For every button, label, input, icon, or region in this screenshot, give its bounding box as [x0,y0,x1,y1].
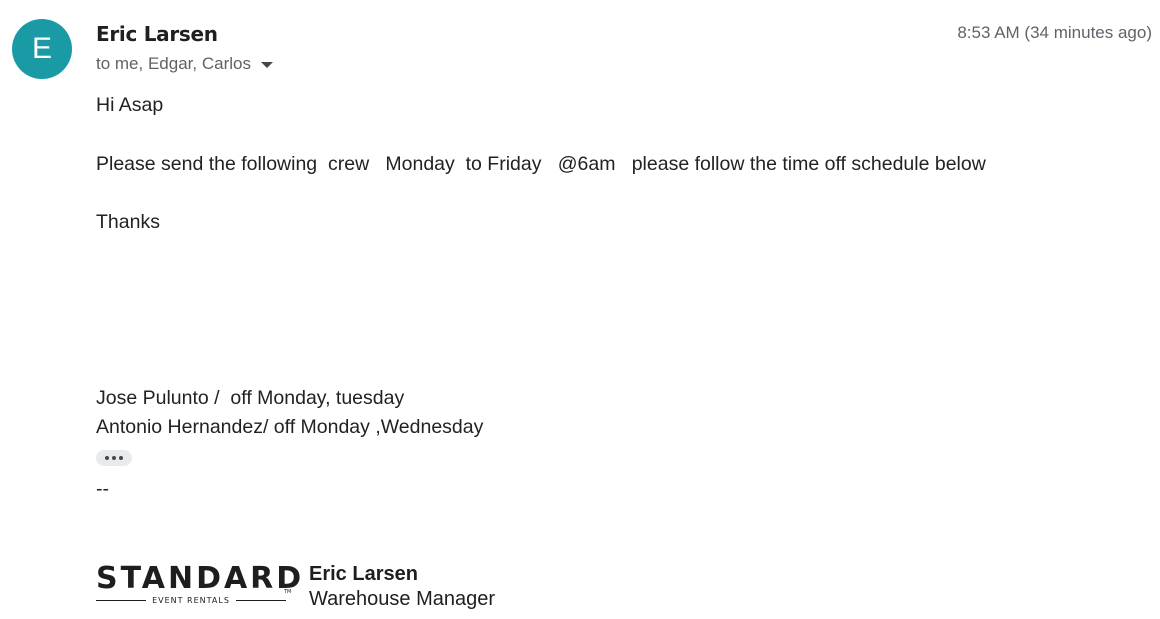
avatar-letter: E [31,32,52,65]
signature-name: Eric Larsen [309,563,418,585]
logo-subtext: EVENT RENTALS [152,596,230,605]
logo-rule-right [235,600,286,601]
recipients-text: to me, Edgar, Carlos [96,54,251,73]
signature-title: Warehouse Manager [309,588,496,610]
schedule-line: Jose Pulunto / off Monday, tuesday [96,387,405,409]
recipients-details-toggle[interactable]: to me, Edgar, Carlos [96,54,273,74]
signature-separator: -- [96,478,109,500]
standard-event-rentals-logo: STANDARD TM EVENT RENTALS [96,561,305,607]
schedule-line: Antonio Hernandez/ off Monday ,Wednesday [96,416,484,438]
show-trimmed-content-button[interactable] [96,450,132,466]
sender-avatar[interactable]: E [12,19,72,79]
message-timestamp: 8:53 AM (34 minutes ago) [957,23,1152,42]
sender-name[interactable]: Eric Larsen [96,22,218,46]
chevron-down-icon[interactable] [260,62,273,68]
logo-trademark: TM [284,589,292,595]
dot-icon [119,456,123,460]
dot-icon [112,456,116,460]
body-thanks: Thanks [96,211,160,233]
dot-icon [105,456,109,460]
logo-subline: EVENT RENTALS [96,596,286,605]
body-greeting: Hi Asap [96,94,164,116]
logo-wordmark: STANDARD [96,561,305,596]
logo-rule-left [96,600,147,601]
body-instructions: Please send the following crew Monday to… [96,153,986,175]
